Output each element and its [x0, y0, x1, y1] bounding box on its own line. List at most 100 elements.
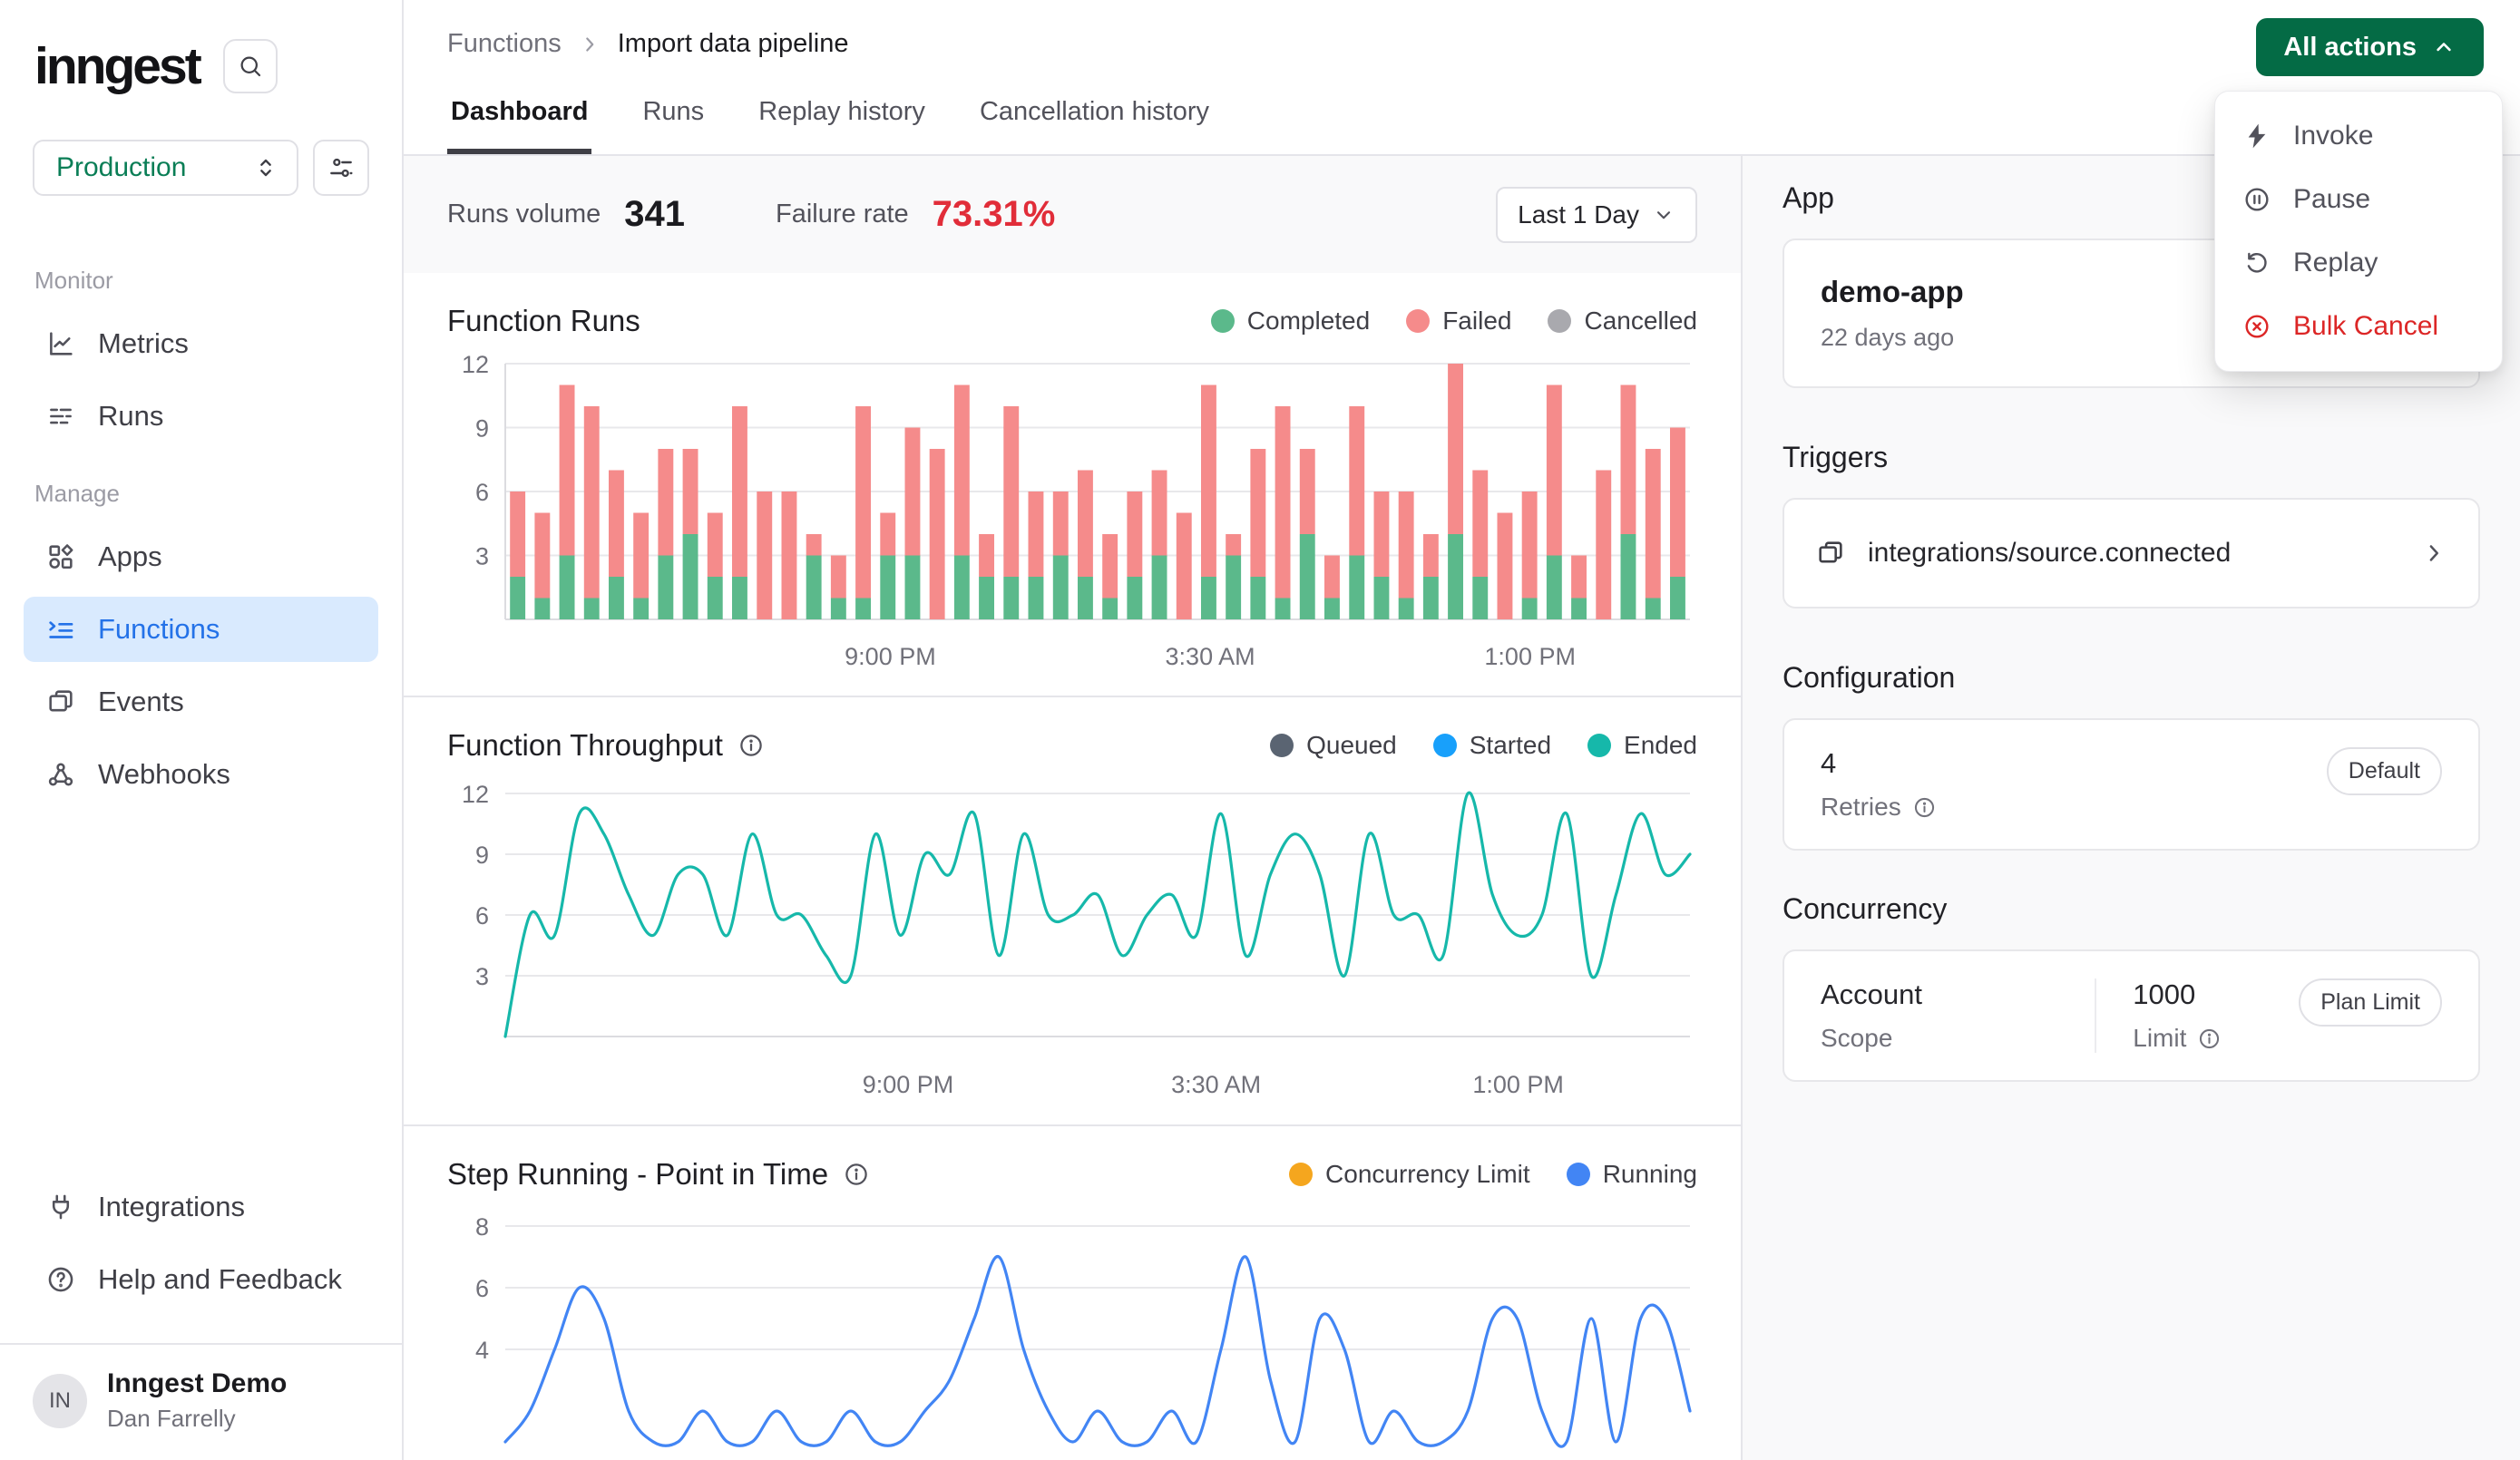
- chevron-updown-icon: [251, 153, 280, 182]
- sidebar-item-label: Functions: [98, 613, 220, 646]
- svg-text:6: 6: [475, 902, 489, 930]
- failure-rate-value: 73.31%: [933, 194, 1056, 235]
- tab-replay-history[interactable]: Replay history: [755, 77, 929, 154]
- function-throughput-chart: 369129:00 PM3:30 AM1:00 PM: [447, 779, 1697, 1101]
- tab-runs[interactable]: Runs: [639, 77, 708, 154]
- runs-volume-label: Runs volume: [447, 200, 601, 229]
- stats-row: Runs volume 341 Failure rate 73.31% Last…: [404, 156, 1741, 273]
- sidebar-footer: Integrations Help and Feedback IN Innges…: [0, 1174, 402, 1460]
- concurrency-scope-value: Account: [1821, 978, 2058, 1011]
- failure-rate-label: Failure rate: [776, 200, 909, 229]
- step-running-section: Step Running - Point in Time Concurrency…: [404, 1124, 1741, 1460]
- sidebar-item-label: Runs: [98, 400, 163, 433]
- svg-text:1:00 PM: 1:00 PM: [1484, 643, 1576, 670]
- sidebar: inngest Production Monitor: [0, 0, 404, 1460]
- legend-ended: Ended: [1587, 731, 1697, 760]
- info-icon[interactable]: [1912, 795, 1937, 820]
- environment-selector[interactable]: Production: [33, 140, 298, 196]
- topbar: Functions Import data pipeline Dashboard…: [404, 0, 2520, 156]
- legend-failed: Failed: [1406, 307, 1511, 336]
- sidebar-item-events[interactable]: Events: [24, 669, 378, 735]
- svg-text:9:00 PM: 9:00 PM: [863, 1071, 954, 1098]
- pause-circle-icon: [2242, 185, 2271, 214]
- environment-filter-button[interactable]: [313, 140, 369, 196]
- sidebar-item-metrics[interactable]: Metrics: [24, 311, 378, 376]
- time-range-select[interactable]: Last 1 Day: [1496, 187, 1697, 243]
- configuration-heading: Configuration: [1783, 661, 2480, 695]
- failure-rate-stat: Failure rate 73.31%: [776, 194, 1055, 235]
- bolt-icon: [2242, 122, 2271, 151]
- runs-volume-value: 341: [624, 194, 685, 235]
- svg-text:8: 8: [475, 1213, 489, 1241]
- completed-dot: [1211, 309, 1235, 333]
- menu-item-pause[interactable]: Pause: [2215, 168, 2502, 231]
- sidebar-item-integrations[interactable]: Integrations: [24, 1174, 378, 1240]
- user-menu[interactable]: IN Inngest Demo Dan Farrelly: [0, 1345, 402, 1460]
- retries-card: 4 Retries Default: [1783, 718, 2480, 851]
- info-icon[interactable]: [2197, 1027, 2222, 1051]
- breadcrumb-functions[interactable]: Functions: [447, 29, 562, 59]
- step-running-legend: Concurrency Limit Running: [1289, 1160, 1697, 1189]
- concurrency-heading: Concurrency: [1783, 892, 2480, 926]
- chevron-right-icon: [2420, 540, 2447, 567]
- event-icon: [1815, 538, 1846, 569]
- user-name: Dan Farrelly: [107, 1405, 287, 1433]
- info-icon[interactable]: [843, 1161, 870, 1188]
- tab-dashboard[interactable]: Dashboard: [447, 77, 591, 154]
- breadcrumb: Functions Import data pipeline: [447, 0, 2520, 59]
- retries-label: Retries: [1821, 793, 1937, 822]
- search-button[interactable]: [223, 39, 278, 93]
- concurrency-limit-label: Limit: [2133, 1024, 2222, 1053]
- function-throughput-title: Function Throughput: [447, 728, 765, 763]
- sidebar-item-runs[interactable]: Runs: [24, 384, 378, 449]
- sidebar-nav: Monitor Metrics Runs Manage Apps: [0, 196, 402, 814]
- metrics-icon: [45, 328, 76, 359]
- concurrency-limit-value: 1000: [2133, 978, 2222, 1011]
- sidebar-item-help[interactable]: Help and Feedback: [24, 1247, 378, 1312]
- svg-text:12: 12: [462, 355, 489, 378]
- functions-list-icon: [45, 614, 76, 645]
- legend-running: Running: [1567, 1160, 1697, 1189]
- legend-cancelled: Cancelled: [1548, 307, 1697, 336]
- charts-column: Runs volume 341 Failure rate 73.31% Last…: [404, 156, 1741, 1460]
- menu-item-bulk-cancel[interactable]: Bulk Cancel: [2215, 295, 2502, 358]
- sidebar-item-label: Metrics: [98, 327, 189, 360]
- legend-completed: Completed: [1211, 307, 1370, 336]
- avatar: IN: [33, 1374, 87, 1428]
- tab-cancellation-history[interactable]: Cancellation history: [976, 77, 1213, 154]
- svg-text:3: 3: [475, 963, 489, 990]
- concurrency-card: Account Scope 1000 Limit: [1783, 949, 2480, 1082]
- inngest-logo: inngest: [34, 36, 200, 96]
- menu-item-replay[interactable]: Replay: [2215, 231, 2502, 295]
- step-running-chart: 468: [447, 1208, 1697, 1460]
- runs-list-icon: [45, 401, 76, 432]
- replay-icon: [2242, 248, 2271, 277]
- svg-text:3: 3: [475, 543, 489, 570]
- cancelled-dot: [1548, 309, 1571, 333]
- function-throughput-section: Function Throughput Queued: [404, 696, 1741, 1101]
- svg-text:6: 6: [475, 479, 489, 506]
- sidebar-item-functions[interactable]: Functions: [24, 597, 378, 662]
- svg-text:4: 4: [475, 1337, 489, 1364]
- inngest-dashboard: inngest Production Monitor: [0, 0, 2520, 1460]
- sidebar-item-label: Integrations: [98, 1191, 245, 1223]
- default-badge: Default: [2327, 747, 2442, 795]
- apps-grid-icon: [45, 541, 76, 572]
- search-icon: [237, 53, 264, 80]
- function-throughput-legend: Queued Started Ended: [1270, 731, 1697, 760]
- sidebar-item-webhooks[interactable]: Webhooks: [24, 742, 378, 807]
- sidebar-item-label: Apps: [98, 540, 162, 573]
- time-range-value: Last 1 Day: [1518, 200, 1639, 229]
- trigger-card[interactable]: integrations/source.connected: [1783, 498, 2480, 608]
- legend-concurrency-limit: Concurrency Limit: [1289, 1160, 1530, 1189]
- sidebar-item-apps[interactable]: Apps: [24, 524, 378, 589]
- plug-icon: [45, 1192, 76, 1222]
- running-dot: [1567, 1163, 1590, 1186]
- all-actions-button[interactable]: All actions: [2256, 18, 2484, 76]
- events-windows-icon: [45, 686, 76, 717]
- svg-text:12: 12: [462, 781, 489, 808]
- main-area: Functions Import data pipeline Dashboard…: [404, 0, 2520, 1460]
- menu-item-invoke[interactable]: Invoke: [2215, 104, 2502, 168]
- info-icon[interactable]: [737, 732, 765, 759]
- plan-limit-badge: Plan Limit: [2299, 978, 2442, 1027]
